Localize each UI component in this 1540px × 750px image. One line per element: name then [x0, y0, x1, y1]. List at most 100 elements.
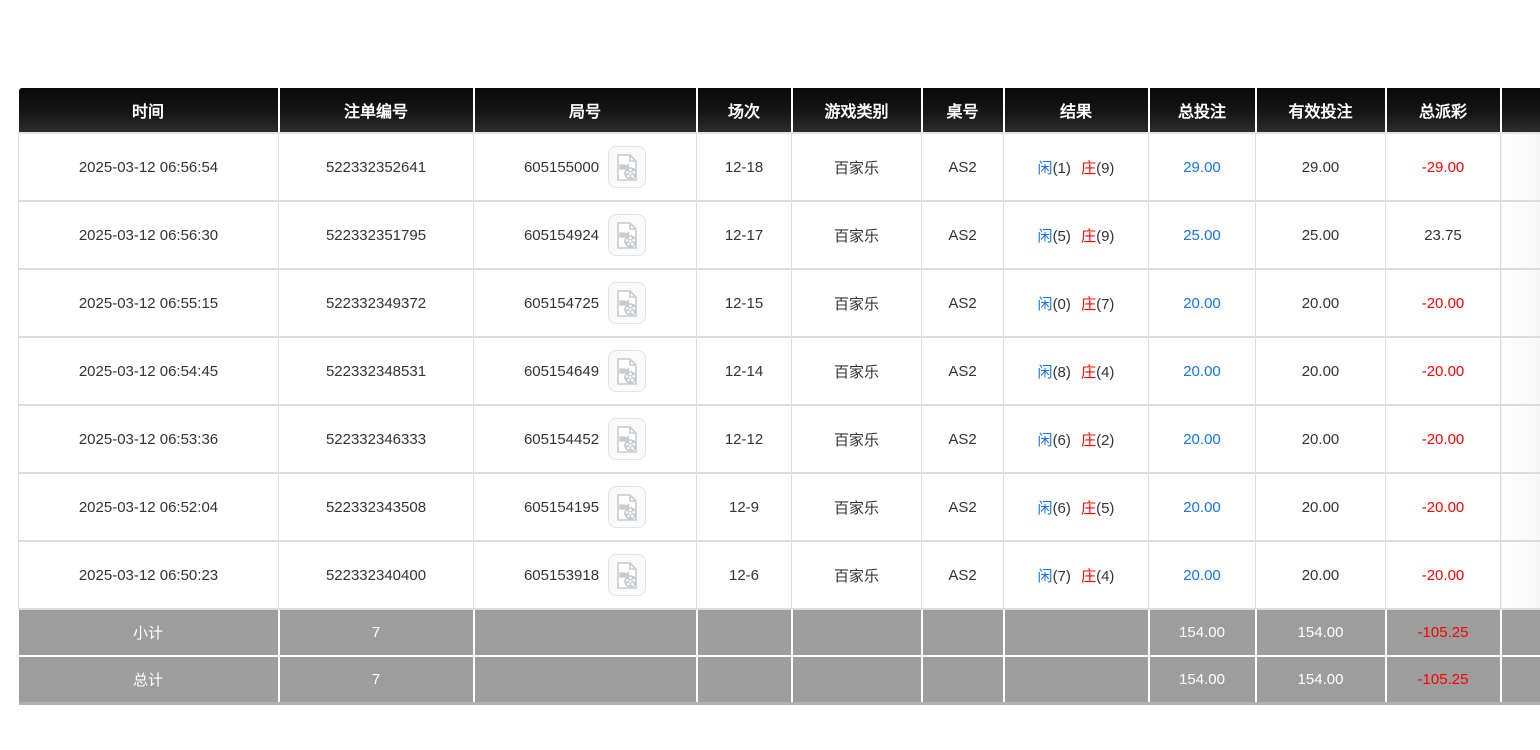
video-replay-button[interactable]	[608, 214, 646, 256]
round-number: 605155000	[524, 159, 599, 176]
cell-payout: -105.25	[1386, 609, 1501, 656]
cell-bet-id: 522332351795	[279, 201, 474, 269]
cell-extra	[1501, 269, 1540, 337]
cell-game-type: 百家乐	[792, 405, 922, 473]
round-number: 605154649	[524, 363, 599, 380]
table-body: 2025-03-12 06:56:54 522332352641 6051550…	[19, 133, 1540, 609]
cell-result: 闲(6) 庄(5)	[1004, 473, 1149, 541]
result-banker: 庄(4)	[1081, 568, 1114, 585]
subtotal-game-type	[792, 609, 922, 656]
result-banker: 庄(7)	[1081, 296, 1114, 313]
cell-total-bet: 25.00	[1149, 201, 1256, 269]
video-file-icon	[614, 561, 640, 590]
cell-result: 闲(1) 庄(9)	[1004, 133, 1149, 201]
cell-time: 2025-03-12 06:53:36	[19, 405, 279, 473]
cell-session: 12-14	[697, 337, 792, 405]
round-number: 605154924	[524, 227, 599, 244]
col-header-table-no: 桌号	[922, 88, 1004, 133]
cell-table-no: AS2	[922, 337, 1004, 405]
cell-extra	[1501, 337, 1540, 405]
bet-records-table: 时间 注单编号 局号 场次 游戏类别 桌号 结果 总投注 有效投注 总派彩 20…	[18, 88, 1540, 705]
cell-time: 2025-03-12 06:56:30	[19, 201, 279, 269]
video-file-icon	[614, 289, 640, 318]
cell-extra	[1501, 541, 1540, 609]
cell-time: 2025-03-12 06:54:45	[19, 337, 279, 405]
grand-total-session	[697, 656, 792, 704]
grand-total-row: 总计 7 154.00 154.00 -105.25	[19, 656, 1540, 704]
cell-table-no: AS2	[922, 269, 1004, 337]
round-number: 605154725	[524, 295, 599, 312]
grand-total-label: 总计	[19, 656, 279, 704]
subtotal-row: 小计 7 154.00 154.00 -105.25	[19, 609, 1540, 656]
cell-total-bet: 20.00	[1149, 405, 1256, 473]
cell-bet-id: 522332349372	[279, 269, 474, 337]
video-replay-button[interactable]	[608, 554, 646, 596]
video-file-icon	[614, 357, 640, 386]
cell-extra	[1501, 133, 1540, 201]
cell-round: 605154195	[474, 473, 697, 541]
subtotal-table-no	[922, 609, 1004, 656]
col-header-round: 局号	[474, 88, 697, 133]
cell-round: 605155000	[474, 133, 697, 201]
grand-total-round	[474, 656, 697, 704]
cell-payout: -20.00	[1386, 473, 1501, 541]
grand-total-extra	[1501, 656, 1540, 704]
cell-table-no: AS2	[922, 541, 1004, 609]
cell-total-bet: 20.00	[1149, 541, 1256, 609]
result-player: 闲(6)	[1038, 500, 1071, 517]
cell-round: 605154452	[474, 405, 697, 473]
video-replay-button[interactable]	[608, 418, 646, 460]
cell-time: 2025-03-12 06:56:54	[19, 133, 279, 201]
cell-payout: -20.00	[1386, 337, 1501, 405]
col-header-valid-bet: 有效投注	[1256, 88, 1386, 133]
subtotal-round	[474, 609, 697, 656]
cell-session: 12-6	[697, 541, 792, 609]
cell-round: 605154649	[474, 337, 697, 405]
cell-payout: -20.00	[1386, 269, 1501, 337]
col-header-time: 时间	[19, 88, 279, 133]
table-row: 2025-03-12 06:54:45 522332348531 6051546…	[19, 337, 1540, 405]
subtotal-extra	[1501, 609, 1540, 656]
cell-payout: -20.00	[1386, 405, 1501, 473]
cell-bet-id: 522332346333	[279, 405, 474, 473]
cell-round: 605153918	[474, 541, 697, 609]
col-header-bet-id: 注单编号	[279, 88, 474, 133]
col-header-extra	[1501, 88, 1540, 133]
round-number: 605153918	[524, 567, 599, 584]
result-player: 闲(7)	[1038, 568, 1071, 585]
result-player: 闲(6)	[1038, 432, 1071, 449]
cell-result: 闲(0) 庄(7)	[1004, 269, 1149, 337]
video-file-icon	[614, 153, 640, 182]
cell-payout: -29.00	[1386, 133, 1501, 201]
video-replay-button[interactable]	[608, 350, 646, 392]
grand-total-total-bet: 154.00	[1149, 656, 1256, 704]
col-header-result: 结果	[1004, 88, 1149, 133]
video-replay-button[interactable]	[608, 146, 646, 188]
col-header-payout: 总派彩	[1386, 88, 1501, 133]
cell-game-type: 百家乐	[792, 473, 922, 541]
cell-session: 12-18	[697, 133, 792, 201]
col-header-session: 场次	[697, 88, 792, 133]
video-replay-button[interactable]	[608, 486, 646, 528]
result-banker: 庄(2)	[1081, 432, 1114, 449]
cell-time: 2025-03-12 06:55:15	[19, 269, 279, 337]
video-replay-button[interactable]	[608, 282, 646, 324]
table-row: 2025-03-12 06:50:23 522332340400 6051539…	[19, 541, 1540, 609]
table-header: 时间 注单编号 局号 场次 游戏类别 桌号 结果 总投注 有效投注 总派彩	[19, 88, 1540, 133]
cell-game-type: 百家乐	[792, 541, 922, 609]
col-header-game-type: 游戏类别	[792, 88, 922, 133]
cell-time: 2025-03-12 06:50:23	[19, 541, 279, 609]
bet-records-table-wrap: 时间 注单编号 局号 场次 游戏类别 桌号 结果 总投注 有效投注 总派彩 20…	[18, 88, 1540, 705]
cell-result: 闲(8) 庄(4)	[1004, 337, 1149, 405]
cell-total-bet: 20.00	[1149, 337, 1256, 405]
cell-bet-id: 522332352641	[279, 133, 474, 201]
cell-payout: 23.75	[1386, 201, 1501, 269]
grand-total-game-type	[792, 656, 922, 704]
cell-extra	[1501, 201, 1540, 269]
video-file-icon	[614, 493, 640, 522]
cell-time: 2025-03-12 06:52:04	[19, 473, 279, 541]
cell-extra	[1501, 473, 1540, 541]
page: 时间 注单编号 局号 场次 游戏类别 桌号 结果 总投注 有效投注 总派彩 20…	[0, 0, 1540, 750]
cell-game-type: 百家乐	[792, 337, 922, 405]
table-row: 2025-03-12 06:55:15 522332349372 6051547…	[19, 269, 1540, 337]
